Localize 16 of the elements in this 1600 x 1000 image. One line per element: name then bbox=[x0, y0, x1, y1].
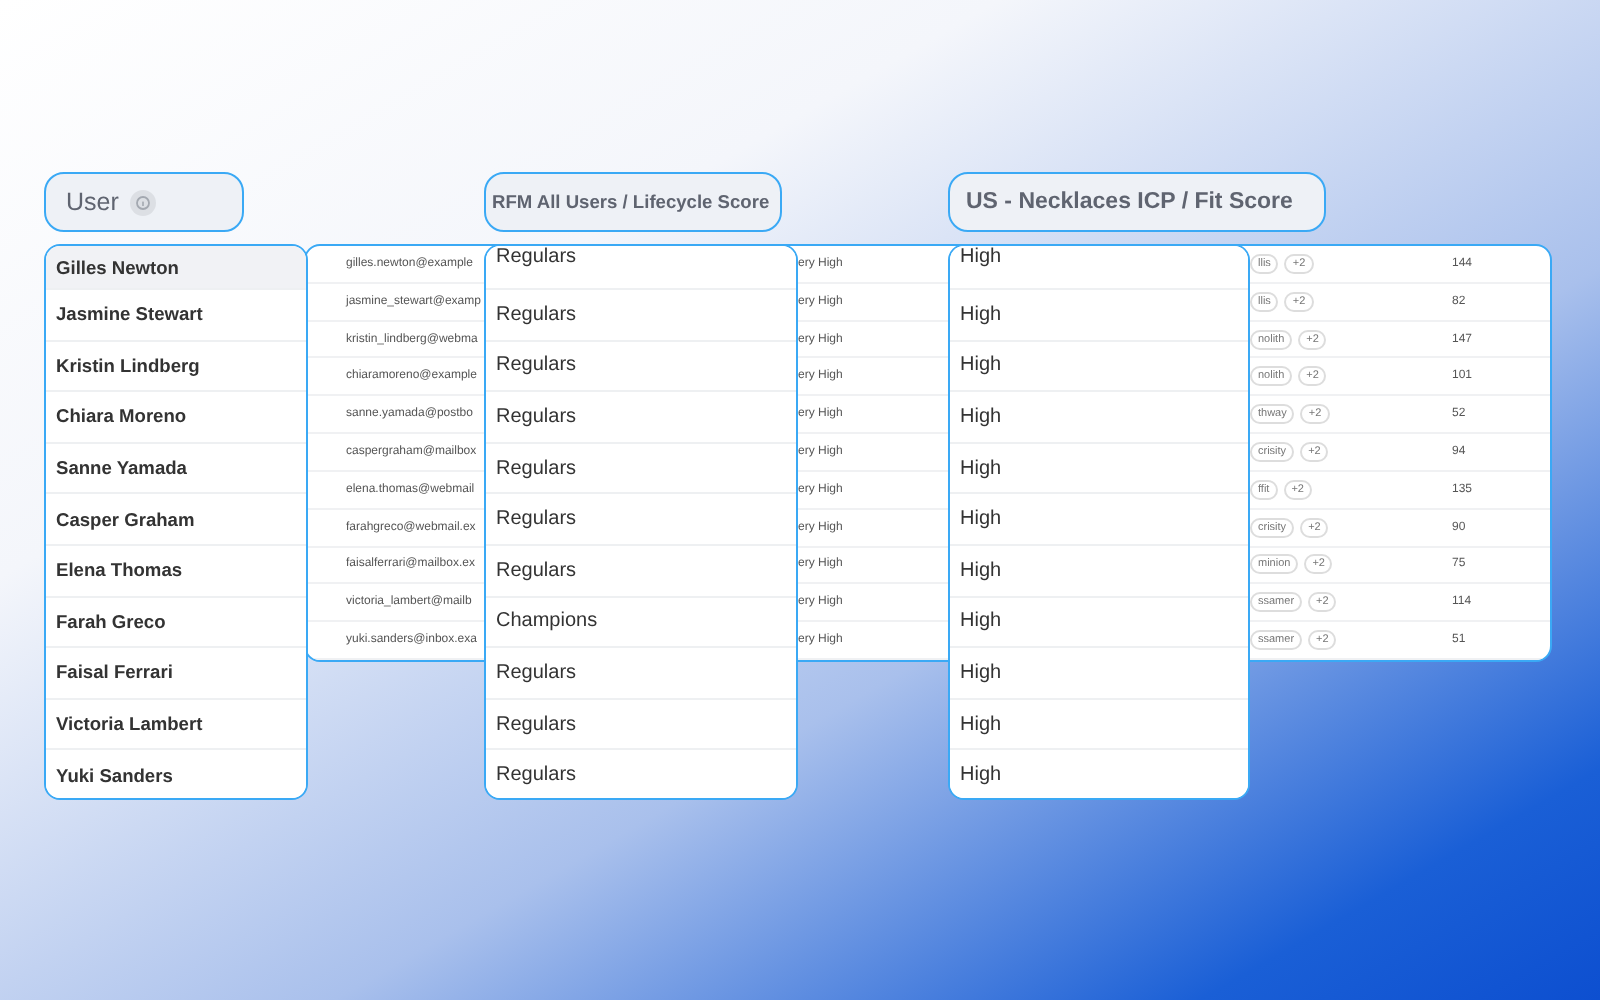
header-label: User bbox=[66, 188, 119, 216]
table-cell: Champions bbox=[486, 597, 796, 649]
column-header[interactable]: US - Necklaces ICP / Fit Score bbox=[948, 172, 1326, 232]
table-cell: High bbox=[950, 341, 1248, 393]
table-cell: Regulars bbox=[486, 341, 796, 393]
user-row[interactable]: Gilles Newton bbox=[46, 246, 306, 290]
header-label: RFM All Users / Lifecycle Score bbox=[492, 192, 770, 212]
column-header[interactable]: RFM All Users / Lifecycle Score bbox=[484, 172, 782, 232]
info-icon bbox=[130, 189, 157, 215]
column-header[interactable]: User bbox=[44, 172, 244, 232]
table-cell: High bbox=[950, 246, 1248, 290]
table-cell: Regulars bbox=[486, 246, 796, 290]
table-cell: High bbox=[950, 597, 1248, 649]
user-row[interactable]: Farah Greco bbox=[46, 597, 306, 649]
header-label: US - Necklaces ICP / Fit Score bbox=[966, 190, 1293, 214]
user-row[interactable]: Kristin Lindberg bbox=[46, 341, 306, 393]
